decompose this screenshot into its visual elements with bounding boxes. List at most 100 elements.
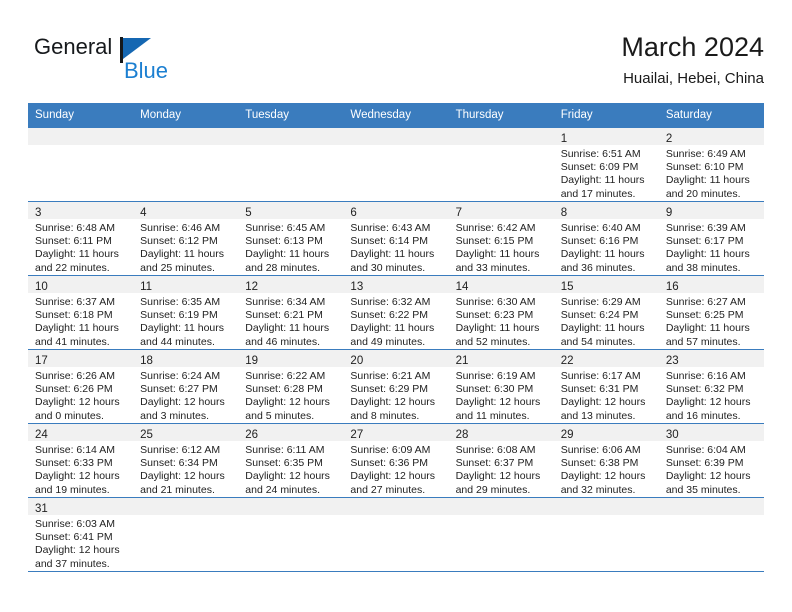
calendar-day-cell[interactable]: 9 Sunrise: 6:39 AM Sunset: 6:17 PM Daylight… — [658, 201, 764, 276]
daylight-text-line2: and 54 minutes. — [560, 335, 636, 348]
day-number-bar: 22 — [553, 350, 659, 367]
day-number-bar: 15 — [553, 276, 659, 293]
calendar-day-cell[interactable]: 18 Sunrise: 6:24 AM Sunset: 6:27 PM Dayligh… — [133, 349, 239, 424]
day-number: 7 — [455, 207, 462, 219]
calendar-week-row: 31 Sunrise: 6:03 AM Sunset: 6:41 PM Dayligh… — [28, 497, 764, 572]
brand-logo[interactable]: General Blue — [34, 34, 214, 90]
day-cell-inner: 30 Sunrise: 6:04 AM Sunset: 6:39 PM Dayligh… — [658, 424, 764, 497]
sunset-text: Sunset: 6:10 PM — [665, 161, 744, 174]
calendar-day-cell[interactable]: 22 Sunrise: 6:17 AM Sunset: 6:31 PM Dayligh… — [553, 349, 659, 424]
day-number-bar: 26 — [238, 424, 344, 441]
day-cell-body: Sunrise: 6:21 AM Sunset: 6:29 PM Daylight:… — [343, 367, 448, 423]
calendar-day-cell[interactable]: 5 Sunrise: 6:45 AM Sunset: 6:13 PM Daylight… — [238, 201, 344, 276]
calendar-day-cell[interactable]: 25 Sunrise: 6:12 AM Sunset: 6:34 PM Dayligh… — [133, 423, 239, 498]
day-number: 22 — [560, 355, 574, 367]
day-number-bar — [238, 498, 344, 515]
calendar-day-cell[interactable]: 24 Sunrise: 6:14 AM Sunset: 6:33 PM Dayligh… — [28, 423, 134, 498]
daylight-text-line1: Daylight: 11 hours — [245, 248, 330, 261]
day-cell-body — [343, 515, 448, 518]
calendar-day-cell[interactable]: 4 Sunrise: 6:46 AM Sunset: 6:12 PM Daylight… — [133, 201, 239, 276]
day-number: 30 — [665, 429, 679, 441]
daylight-text-line1: Daylight: 12 hours — [350, 396, 436, 409]
day-cell-inner — [238, 498, 344, 571]
brand-name-secondary: Blue — [124, 58, 169, 83]
weekday-header-row: Sunday Monday Tuesday Wednesday Thursday… — [28, 103, 764, 128]
calendar-day-cell[interactable]: 11 Sunrise: 6:35 AM Sunset: 6:19 PM Dayligh… — [133, 275, 239, 350]
calendar-day-cell[interactable]: 20 Sunrise: 6:21 AM Sunset: 6:29 PM Dayligh… — [343, 349, 449, 424]
calendar-day-cell[interactable]: 27 Sunrise: 6:09 AM Sunset: 6:36 PM Dayligh… — [343, 423, 449, 498]
flag-triangle — [123, 38, 151, 59]
day-cell-body: Sunrise: 6:40 AM Sunset: 6:16 PM Daylight:… — [554, 219, 659, 275]
calendar-day-cell[interactable]: 21 Sunrise: 6:19 AM Sunset: 6:30 PM Dayligh… — [448, 349, 554, 424]
sunset-text: Sunset: 6:23 PM — [455, 309, 534, 322]
day-cell-body: Sunrise: 6:17 AM Sunset: 6:31 PM Daylight:… — [554, 367, 659, 423]
calendar-day-cell[interactable]: 23 Sunrise: 6:16 AM Sunset: 6:32 PM Dayligh… — [658, 349, 764, 424]
day-cell-body: Sunrise: 6:14 AM Sunset: 6:33 PM Daylight:… — [28, 441, 133, 497]
calendar-day-cell[interactable]: 10 Sunrise: 6:37 AM Sunset: 6:18 PM Dayligh… — [28, 275, 134, 350]
calendar-page: General Blue March 2024 Huailai, Hebei, … — [0, 0, 792, 612]
calendar-day-cell[interactable]: 2 Sunrise: 6:49 AM Sunset: 6:10 PM Daylight… — [658, 127, 764, 202]
calendar-day-cell[interactable]: 12 Sunrise: 6:34 AM Sunset: 6:21 PM Dayligh… — [238, 275, 344, 350]
sunrise-text: Sunrise: 6:29 AM — [560, 296, 641, 308]
calendar-day-cell-empty — [343, 127, 449, 202]
calendar-day-cell[interactable]: 3 Sunrise: 6:48 AM Sunset: 6:11 PM Daylight… — [28, 201, 134, 276]
sunrise-text: Sunrise: 6:14 AM — [35, 444, 115, 456]
day-cell-inner: 11 Sunrise: 6:35 AM Sunset: 6:19 PM Dayligh… — [133, 276, 239, 349]
calendar-day-cell[interactable]: 29 Sunrise: 6:06 AM Sunset: 6:38 PM Dayligh… — [553, 423, 659, 498]
daylight-text-line2: and 20 minutes. — [665, 187, 741, 200]
day-cell-inner — [133, 498, 239, 571]
calendar-day-cell[interactable]: 26 Sunrise: 6:11 AM Sunset: 6:35 PM Dayligh… — [238, 423, 344, 498]
calendar-day-cell[interactable]: 31 Sunrise: 6:03 AM Sunset: 6:41 PM Dayligh… — [28, 497, 134, 572]
calendar-day-cell[interactable]: 17 Sunrise: 6:26 AM Sunset: 6:26 PM Dayligh… — [28, 349, 134, 424]
daylight-text-line2: and 36 minutes. — [560, 261, 636, 274]
calendar-day-cell[interactable]: 13 Sunrise: 6:32 AM Sunset: 6:22 PM Dayligh… — [343, 275, 449, 350]
day-number-bar — [448, 498, 554, 515]
day-cell-body — [449, 145, 554, 148]
day-cell-inner: 13 Sunrise: 6:32 AM Sunset: 6:22 PM Dayligh… — [343, 276, 449, 349]
day-number-bar — [658, 498, 764, 515]
calendar-day-cell[interactable]: 6 Sunrise: 6:43 AM Sunset: 6:14 PM Daylight… — [343, 201, 449, 276]
calendar-day-cell[interactable]: 30 Sunrise: 6:04 AM Sunset: 6:39 PM Dayligh… — [658, 423, 764, 498]
day-number: 27 — [350, 429, 364, 441]
day-number-bar: 31 — [28, 498, 134, 515]
calendar-day-cell[interactable]: 19 Sunrise: 6:22 AM Sunset: 6:28 PM Dayligh… — [238, 349, 344, 424]
calendar-day-cell[interactable]: 16 Sunrise: 6:27 AM Sunset: 6:25 PM Dayligh… — [658, 275, 764, 350]
daylight-text-line1: Daylight: 11 hours — [560, 322, 645, 335]
calendar-day-cell[interactable]: 15 Sunrise: 6:29 AM Sunset: 6:24 PM Dayligh… — [553, 275, 659, 350]
day-number: 11 — [140, 281, 153, 293]
daylight-text-line1: Daylight: 11 hours — [140, 322, 224, 335]
daylight-text-line2: and 28 minutes. — [245, 261, 320, 274]
calendar-day-cell[interactable]: 1 Sunrise: 6:51 AM Sunset: 6:09 PM Daylight… — [553, 127, 659, 202]
day-number: 25 — [140, 429, 153, 441]
day-number-bar: 27 — [343, 424, 449, 441]
daylight-text-line1: Daylight: 11 hours — [35, 248, 119, 261]
day-number-bar: 18 — [133, 350, 239, 367]
calendar-day-cell[interactable]: 8 Sunrise: 6:40 AM Sunset: 6:16 PM Daylight… — [553, 201, 659, 276]
daylight-text-line1: Daylight: 11 hours — [665, 248, 750, 261]
day-number: 8 — [560, 207, 568, 219]
day-cell-inner: 16 Sunrise: 6:27 AM Sunset: 6:25 PM Dayligh… — [658, 276, 764, 349]
calendar-day-cell[interactable]: 7 Sunrise: 6:42 AM Sunset: 6:15 PM Daylight… — [448, 201, 554, 276]
calendar-day-cell[interactable]: 14 Sunrise: 6:30 AM Sunset: 6:23 PM Dayligh… — [448, 275, 554, 350]
sunrise-text: Sunrise: 6:46 AM — [140, 222, 221, 234]
day-cell-body: Sunrise: 6:11 AM Sunset: 6:35 PM Daylight:… — [238, 441, 343, 497]
day-cell-body: Sunrise: 6:27 AM Sunset: 6:25 PM Daylight:… — [659, 293, 764, 349]
day-cell-inner: 12 Sunrise: 6:34 AM Sunset: 6:21 PM Dayligh… — [238, 276, 344, 349]
sunset-text: Sunset: 6:29 PM — [350, 383, 429, 396]
daylight-text-line1: Daylight: 12 hours — [665, 396, 751, 409]
daylight-text-line1: Daylight: 12 hours — [665, 470, 751, 483]
day-cell-body: Sunrise: 6:30 AM Sunset: 6:23 PM Daylight:… — [449, 293, 554, 349]
calendar-day-cell-empty — [133, 127, 239, 202]
day-cell-inner: 19 Sunrise: 6:22 AM Sunset: 6:28 PM Dayligh… — [238, 350, 344, 423]
sunrise-text: Sunrise: 6:04 AM — [665, 444, 746, 456]
sunset-text: Sunset: 6:14 PM — [350, 235, 429, 248]
daylight-text-line1: Daylight: 11 hours — [665, 174, 750, 187]
calendar-day-cell[interactable]: 28 Sunrise: 6:08 AM Sunset: 6:37 PM Dayligh… — [448, 423, 554, 498]
day-cell-inner: 20 Sunrise: 6:21 AM Sunset: 6:29 PM Dayligh… — [343, 350, 449, 423]
day-number: 18 — [140, 355, 153, 367]
day-number: 14 — [455, 281, 469, 293]
daylight-text-line2: and 38 minutes. — [665, 261, 741, 274]
day-number-bar — [238, 128, 344, 145]
day-number: 31 — [35, 503, 48, 515]
day-number: 20 — [350, 355, 364, 367]
